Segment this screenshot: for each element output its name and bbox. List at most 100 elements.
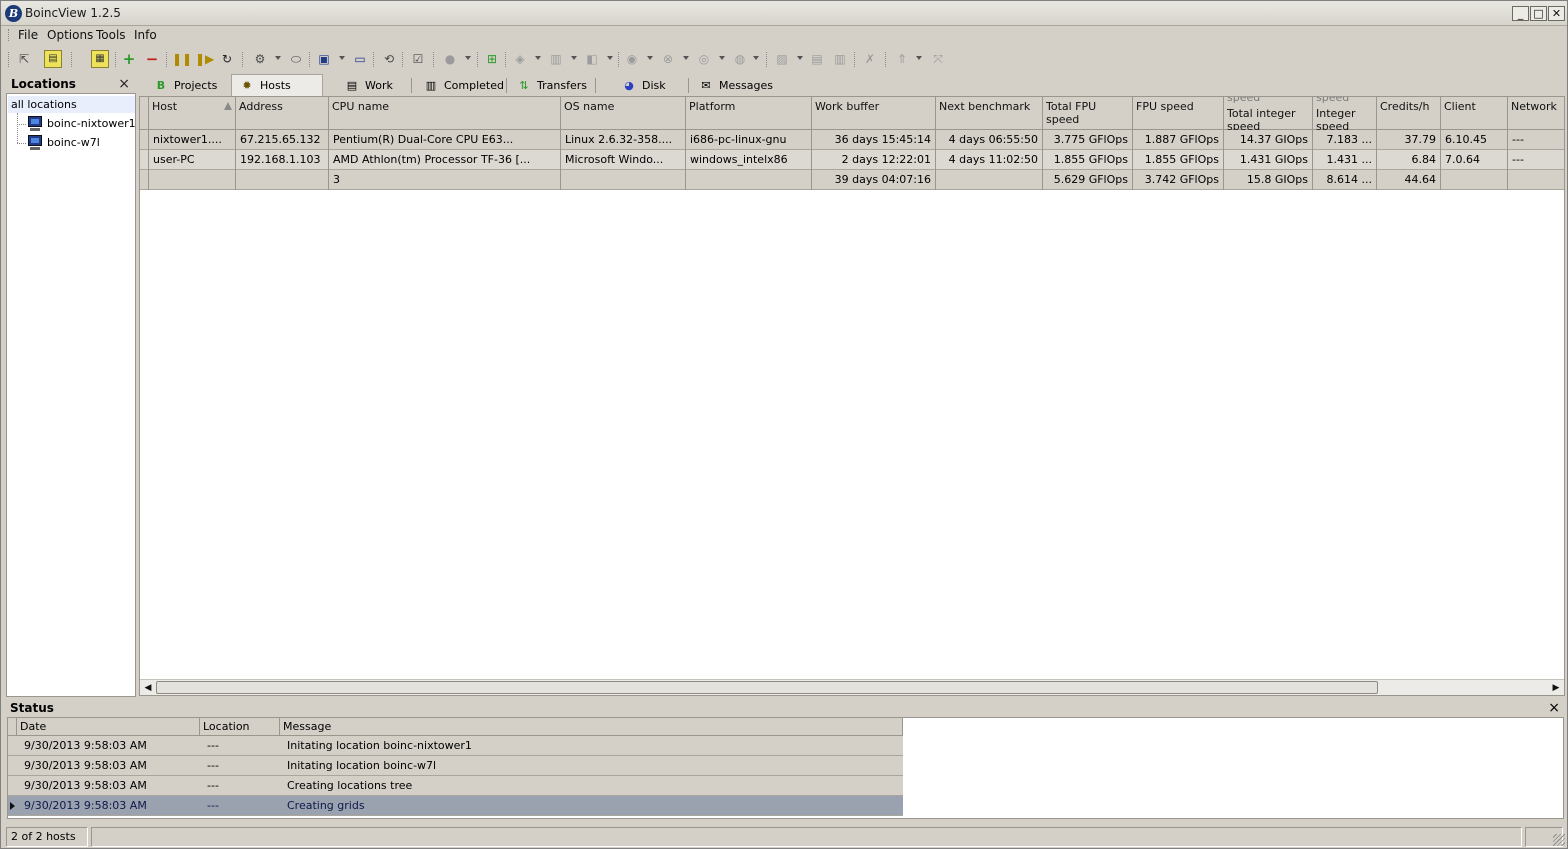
- title-bar[interactable]: B BoincView 1.2.5 _ □ ✕: [1, 1, 1567, 26]
- scrollbar-thumb[interactable]: [156, 681, 1378, 694]
- globe-icon[interactable]: ●: [441, 50, 459, 68]
- tab-messages[interactable]: ✉ Messages: [691, 75, 786, 96]
- pause-icon[interactable]: ❚❚: [172, 50, 192, 68]
- tab-hosts[interactable]: ✹ Hosts: [231, 74, 323, 97]
- table-row[interactable]: nixtower1.... 67.215.65.132 Pentium(R) D…: [140, 130, 1564, 150]
- column-header-message[interactable]: Message: [280, 718, 903, 736]
- cell-total-fpu-speed: 3.775 GFlOps: [1043, 130, 1133, 150]
- horizontal-scrollbar[interactable]: ◀ ▶: [140, 679, 1564, 695]
- select-host-icon[interactable]: ⇱: [15, 50, 33, 68]
- project-suspend-icon[interactable]: ▥: [547, 50, 565, 68]
- checklist-icon[interactable]: ☑: [409, 50, 427, 68]
- locations-close-icon[interactable]: ×: [118, 76, 130, 92]
- column-header-fpu-speed[interactable]: FPU speed: [1133, 97, 1224, 130]
- close-button[interactable]: ✕: [1548, 6, 1565, 21]
- project-update-dropdown-icon[interactable]: [535, 56, 541, 60]
- task-graphics-icon[interactable]: ◍: [731, 50, 749, 68]
- delete-icon[interactable]: ✗: [861, 50, 879, 68]
- computer-icon[interactable]: ▭: [351, 50, 369, 68]
- column-header-platform[interactable]: Platform: [686, 97, 812, 130]
- add-icon[interactable]: +: [120, 50, 138, 68]
- column-header-total-integer-speed[interactable]: speed Total integer speed: [1224, 97, 1313, 130]
- project-reset-icon[interactable]: ◧: [583, 50, 601, 68]
- column-header-network[interactable]: Network: [1508, 97, 1564, 130]
- status-close-icon[interactable]: ×: [1548, 700, 1560, 716]
- list-icon[interactable]: ▤: [808, 50, 826, 68]
- column-header-location[interactable]: Location: [200, 718, 280, 736]
- column-header-integer-speed[interactable]: speed Integer speed: [1313, 97, 1377, 130]
- column-header-client[interactable]: Client: [1441, 97, 1508, 130]
- resume-icon[interactable]: ❚▶: [195, 50, 214, 68]
- task-suspend-icon[interactable]: ◎: [695, 50, 713, 68]
- minimize-button[interactable]: _: [1512, 6, 1529, 21]
- menu-file[interactable]: File: [18, 28, 38, 42]
- refresh-icon[interactable]: ↻: [218, 50, 236, 68]
- host-count: 2 of 2 hosts: [6, 827, 88, 847]
- remove-icon[interactable]: −: [143, 50, 161, 68]
- status-row[interactable]: 9/30/2013 9:58:03 AM --- Initating locat…: [8, 736, 903, 756]
- sync-icon[interactable]: ⟲: [380, 50, 398, 68]
- hosts-grid[interactable]: Host Address CPU name OS name Platform W…: [139, 96, 1565, 696]
- transfer-abort-icon[interactable]: ⤧: [929, 50, 947, 68]
- task-run-dropdown-icon[interactable]: [647, 56, 653, 60]
- locations-chart-icon[interactable]: ▦: [91, 50, 109, 68]
- envelope-icon: ✉: [701, 79, 711, 92]
- column-header-next-benchmark[interactable]: Next benchmark: [936, 97, 1043, 130]
- resize-grip-icon[interactable]: [1553, 834, 1565, 846]
- network-hosts-icon[interactable]: ▣: [315, 50, 333, 68]
- tab-work[interactable]: ▤ Work: [337, 75, 419, 96]
- task-suspend-dropdown-icon[interactable]: [719, 56, 725, 60]
- task-abort-icon[interactable]: ⊗: [659, 50, 677, 68]
- column-header-total-fpu-speed[interactable]: Total FPU speed: [1043, 97, 1133, 130]
- column-header-os-name[interactable]: OS name: [561, 97, 686, 130]
- tree-item-boinc-w7l[interactable]: boinc-w7l: [27, 134, 100, 152]
- task-graphics-dropdown-icon[interactable]: [753, 56, 759, 60]
- project-reset-dropdown-icon[interactable]: [607, 56, 613, 60]
- menubar-grip[interactable]: [8, 29, 10, 41]
- toolbar-grip[interactable]: [8, 52, 10, 67]
- run-icon[interactable]: ⚙: [251, 50, 269, 68]
- scroll-right-icon[interactable]: ▶: [1549, 681, 1563, 695]
- menu-info[interactable]: Info: [134, 28, 157, 42]
- run-dropdown-icon[interactable]: [275, 56, 281, 60]
- tree-item-boinc-nixtower1[interactable]: boinc-nixtower1: [27, 115, 136, 133]
- column-header-work-buffer[interactable]: Work buffer: [812, 97, 936, 130]
- status-row-selected[interactable]: 9/30/2013 9:58:03 AM --- Creating grids: [8, 796, 903, 816]
- tab-disk[interactable]: ◕ Disk: [614, 75, 689, 96]
- list2-icon[interactable]: ▥: [831, 50, 849, 68]
- project-suspend-dropdown-icon[interactable]: [571, 56, 577, 60]
- column-header-credits-per-hour[interactable]: Credits/h: [1377, 97, 1441, 130]
- transfer-retry-icon[interactable]: ⇑: [893, 50, 911, 68]
- tab-projects[interactable]: B Projects: [146, 75, 232, 96]
- table-row[interactable]: user-PC 192.168.1.103 AMD Athlon(tm) Pro…: [140, 150, 1564, 170]
- image-icon[interactable]: ▨: [773, 50, 791, 68]
- column-header-date[interactable]: Date: [17, 718, 200, 736]
- status-row[interactable]: 9/30/2013 9:58:03 AM --- Initating locat…: [8, 756, 903, 776]
- tree-item-all-locations[interactable]: all locations: [8, 96, 135, 113]
- task-run-icon[interactable]: ◉: [623, 50, 641, 68]
- column-header-address[interactable]: Address: [236, 97, 329, 130]
- menu-tools[interactable]: Tools: [96, 28, 126, 42]
- locations-tree[interactable]: all locations boinc-nixtower1 boinc-w7l: [6, 93, 136, 697]
- image-dropdown-icon[interactable]: [797, 56, 803, 60]
- menu-options[interactable]: Options: [47, 28, 93, 42]
- cell-fpu-speed-total: 3.742 GFlOps: [1133, 170, 1224, 190]
- tab-completed[interactable]: ▥ Completed: [416, 75, 511, 96]
- status-grid[interactable]: Date Location Message 9/30/2013 9:58:03 …: [7, 717, 1564, 819]
- transfer-dropdown-icon[interactable]: [916, 56, 922, 60]
- eraser-icon[interactable]: ⬭: [287, 50, 305, 68]
- network-dropdown-icon[interactable]: [339, 56, 345, 60]
- tab-transfers[interactable]: ⇅ Transfers: [509, 75, 599, 96]
- column-header-host[interactable]: Host: [149, 97, 236, 130]
- add-project-icon[interactable]: ⊞: [483, 50, 501, 68]
- column-header-cpu-name[interactable]: CPU name: [329, 97, 561, 130]
- scroll-left-icon[interactable]: ◀: [141, 681, 155, 695]
- cell-total-fpu-speed: 1.855 GFlOps: [1043, 150, 1133, 170]
- status-row[interactable]: 9/30/2013 9:58:03 AM --- Creating locati…: [8, 776, 903, 796]
- maximize-button[interactable]: □: [1530, 6, 1547, 21]
- task-abort-dropdown-icon[interactable]: [683, 56, 689, 60]
- yellow-chart-icon[interactable]: ▤: [44, 50, 62, 68]
- project-update-icon[interactable]: ◈: [511, 50, 529, 68]
- tab-label: Hosts: [260, 79, 291, 92]
- globe-dropdown-icon[interactable]: [465, 56, 471, 60]
